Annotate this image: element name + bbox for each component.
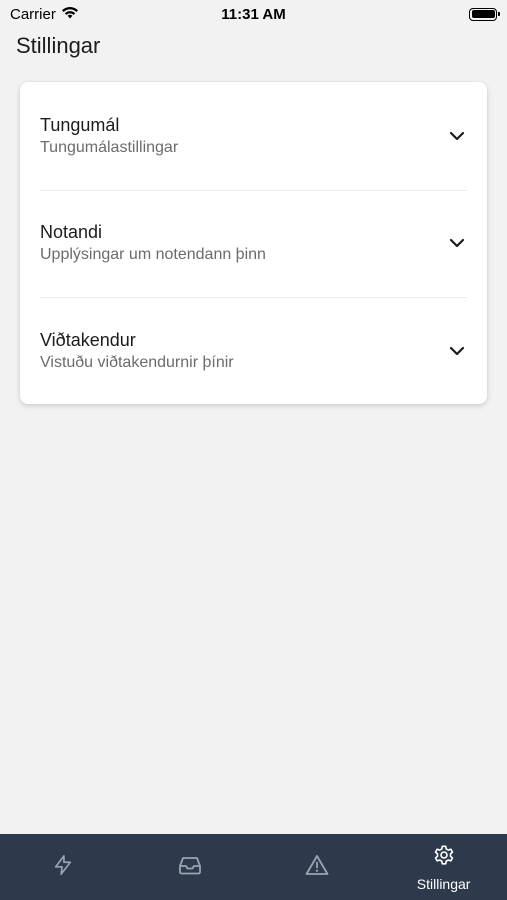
settings-screen: Carrier 11:31 AM Stillingar Tungumál Tun… xyxy=(0,0,507,900)
gear-icon xyxy=(432,843,456,872)
tab-activity[interactable] xyxy=(0,834,127,900)
page-title: Stillingar xyxy=(16,33,101,58)
row-title: Notandi xyxy=(40,222,103,243)
warning-icon xyxy=(305,854,329,881)
tab-label: Stillingar xyxy=(416,875,471,892)
row-subtitle: Vistuðu viðtakendurnir þínir xyxy=(40,353,234,371)
carrier-label: Carrier xyxy=(10,5,56,23)
row-title: Viðtakendur xyxy=(40,329,136,350)
tab-alerts[interactable] xyxy=(254,834,381,900)
settings-row-user[interactable]: Notandi Upplýsingar um notendann þinn xyxy=(20,189,487,298)
chevron-down-icon[interactable] xyxy=(447,233,467,253)
row-subtitle: Tungumálastillingar xyxy=(40,138,179,156)
settings-card: Tungumál Tungumálastillingar Notandi Upp… xyxy=(20,82,487,404)
row-title: Tungumál xyxy=(40,114,120,135)
wifi-icon xyxy=(61,6,79,23)
status-bar: Carrier 11:31 AM xyxy=(0,0,507,28)
row-text: Notandi Upplýsingar um notendann þinn xyxy=(40,221,266,265)
row-subtitle: Upplýsingar um notendann þinn xyxy=(40,246,266,264)
chevron-down-icon[interactable] xyxy=(447,126,467,146)
tab-settings[interactable]: Stillingar xyxy=(380,834,507,900)
settings-row-recipients[interactable]: Viðtakendur Vistuðu viðtakendurnir þínir xyxy=(20,297,487,405)
inbox-icon xyxy=(178,854,202,881)
tab-bar: Stillingar xyxy=(0,834,507,900)
chevron-down-icon[interactable] xyxy=(447,341,467,361)
battery-level xyxy=(471,10,495,18)
tab-inbox[interactable] xyxy=(127,834,254,900)
status-left: Carrier xyxy=(10,6,79,23)
row-text: Tungumál Tungumálastillingar xyxy=(40,114,178,158)
lightning-icon xyxy=(52,854,74,881)
row-text: Viðtakendur Vistuðu viðtakendurnir þínir xyxy=(40,329,234,373)
battery-icon xyxy=(469,7,500,21)
settings-row-language[interactable]: Tungumál Tungumálastillingar xyxy=(20,82,487,190)
